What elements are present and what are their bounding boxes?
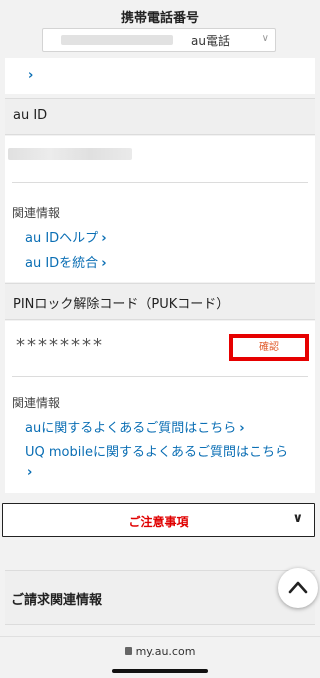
scroll-to-top-button[interactable]: [278, 568, 318, 608]
lock-icon: [124, 647, 132, 655]
notice-accordion[interactable]: ご注意事項 ∨: [2, 503, 315, 537]
chevron-right-icon: ›: [101, 256, 107, 271]
chevron-up-icon: [288, 581, 308, 594]
au-id-card: 関連情報 au IDヘルプ › au IDを統合 ›: [5, 136, 315, 282]
puk-card: ******** 確認 関連情報 auに関するよくあるご質問はこちら › UQ m…: [5, 321, 315, 493]
confirm-button[interactable]: 確認: [229, 334, 309, 361]
divider: [12, 182, 308, 183]
notice-label: ご注意事項: [128, 515, 189, 529]
related-info-label: 関連情報: [12, 206, 61, 220]
top-header: 携帯電話番号 au電話 ∨: [0, 0, 320, 58]
puk-section-title: PINロック解除コード（PUKコード）: [5, 283, 315, 320]
puk-masked-value: ********: [16, 335, 104, 356]
url-text: my.au.com: [135, 645, 196, 658]
chevron-right-icon: ›: [239, 421, 245, 436]
carrier-label: au電話: [191, 34, 230, 48]
billing-section[interactable]: ご請求関連情報: [5, 570, 315, 625]
chevron-right-icon[interactable]: ›: [27, 465, 32, 480]
au-id-help-link[interactable]: au IDヘルプ ›: [25, 227, 107, 246]
browser-bottom-bar: my.au.com: [0, 636, 320, 678]
confirm-button-label: 確認: [259, 342, 279, 353]
previous-section-card: ›: [5, 58, 315, 94]
page-title: 携帯電話番号: [120, 11, 199, 26]
link-label: au IDヘルプ: [25, 231, 99, 246]
phone-number-select[interactable]: au電話 ∨: [42, 28, 276, 52]
chevron-down-icon: ∨: [261, 33, 269, 44]
chevron-right-link[interactable]: ›: [28, 68, 33, 83]
uq-mobile-faq-link[interactable]: UQ mobileに関するよくあるご質問はこちら: [25, 441, 288, 460]
chevron-right-icon: ›: [101, 231, 107, 246]
au-faq-link[interactable]: auに関するよくあるご質問はこちら ›: [25, 417, 245, 436]
link-label: auに関するよくあるご質問はこちら: [25, 421, 237, 436]
phone-number-blurred: [61, 35, 173, 45]
link-label: UQ mobileに関するよくあるご質問はこちら: [25, 445, 288, 460]
link-label: au IDを統合: [25, 256, 99, 271]
url-display[interactable]: my.au.com: [0, 645, 320, 658]
au-id-merge-link[interactable]: au IDを統合 ›: [25, 252, 107, 271]
chevron-down-icon: ∨: [292, 511, 303, 526]
au-id-section-title: au ID: [5, 98, 315, 135]
related-info-label: 関連情報: [12, 396, 61, 410]
billing-section-title: ご請求関連情報: [11, 593, 103, 608]
home-indicator: [112, 669, 208, 673]
divider: [12, 376, 308, 377]
au-id-value-blurred: [8, 148, 132, 160]
